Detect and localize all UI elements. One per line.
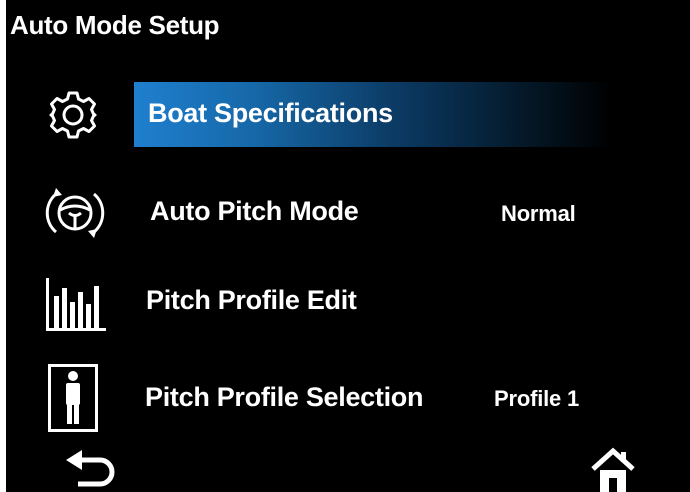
bar-chart-icon — [46, 278, 106, 331]
back-arrow-icon — [66, 450, 115, 487]
menu-item-label: Pitch Profile Selection — [145, 382, 424, 412]
menu-item-auto-pitch-mode[interactable]: Auto Pitch Mode Normal — [6, 178, 690, 246]
gear-icon — [49, 91, 97, 139]
person-icon — [48, 364, 98, 432]
home-button[interactable] — [588, 446, 638, 492]
device-display: Auto Mode Setup Boat Specifications Auto… — [6, 0, 690, 492]
page-title: Auto Mode Setup — [10, 10, 220, 40]
screen: Auto Mode Setup Boat Specifications Auto… — [0, 0, 690, 492]
menu-item-pitch-profile-edit[interactable]: Pitch Profile Edit — [6, 270, 690, 334]
home-icon — [591, 447, 635, 492]
steering-wheel-icon — [45, 188, 105, 238]
menu-item-boat-specifications[interactable]: Boat Specifications — [6, 82, 690, 147]
menu-item-value: Profile 1 — [494, 386, 580, 411]
back-button[interactable] — [62, 448, 122, 492]
menu-item-label: Boat Specifications — [148, 98, 393, 128]
menu-item-label: Pitch Profile Edit — [146, 285, 357, 315]
menu-item-pitch-profile-selection[interactable]: Pitch Profile Selection Profile 1 — [6, 362, 690, 434]
menu-item-label: Auto Pitch Mode — [150, 196, 359, 226]
menu-item-value: Normal — [501, 201, 576, 226]
